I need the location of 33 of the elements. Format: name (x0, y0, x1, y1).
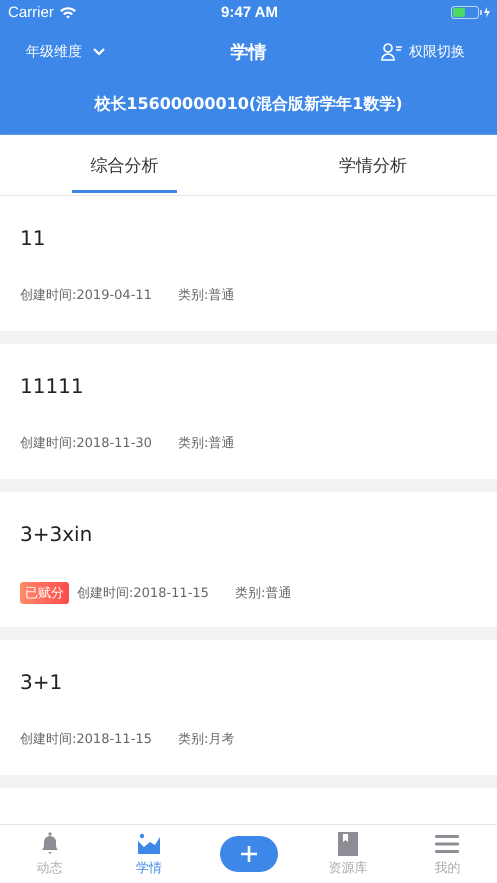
user-switch-icon (381, 42, 403, 60)
exam-category: 类别:普通 (178, 286, 234, 304)
scored-badge: 已赋分 (20, 582, 69, 604)
exam-title: 11111 (20, 374, 85, 400)
created-time: 创建时间:2018-11-15 (77, 585, 209, 602)
add-button[interactable] (220, 836, 278, 872)
created-time: 创建时间:2019-04-11 (20, 287, 152, 304)
grade-dimension-dropdown[interactable]: 年级维度 (26, 42, 116, 60)
exam-category: 类别:月考 (178, 731, 234, 748)
plus-icon (240, 845, 258, 863)
tab-bar-item[interactable]: 学情 (99, 825, 199, 883)
chevron-down-icon (92, 47, 106, 56)
exam-card[interactable]: 3+3xin 已赋分 创建时间:2018-11-15 类别:普通 (0, 492, 497, 627)
exam-category: 类别:普通 (178, 434, 234, 452)
analysis-tab[interactable]: 学情分析 (248, 135, 497, 195)
analysis-tab[interactable]: 综合分析 (0, 135, 248, 195)
chart-icon (136, 831, 162, 857)
exam-title: 11 (20, 226, 46, 252)
exam-title: 3+1 (20, 670, 64, 696)
wifi-icon (58, 6, 77, 19)
class-subtitle: 校长15600000010(混合版新学年1数学) (93, 93, 404, 115)
created-time: 创建时间:2018-11-15 (20, 731, 152, 748)
exam-card[interactable]: 3+1 创建时间:2018-11-15 类别:月考 (0, 640, 497, 775)
carrier-name: Carrier (8, 4, 54, 21)
switch-permission-button[interactable]: 权限切换 (381, 42, 471, 60)
status-time: 9:47 AM (221, 4, 278, 21)
created-time: 创建时间:2018-11-30 (20, 435, 152, 452)
page-title: 学情 (230, 40, 266, 64)
exam-title: 3+3xin (20, 522, 94, 548)
exam-card[interactable]: 11111 创建时间:2018-11-30 类别:普通 (0, 344, 497, 479)
exam-card[interactable]: 11 创建时间:2019-04-11 类别:普通 (0, 196, 497, 331)
exam-category: 类别:普通 (234, 584, 292, 602)
battery-icon (451, 6, 491, 19)
